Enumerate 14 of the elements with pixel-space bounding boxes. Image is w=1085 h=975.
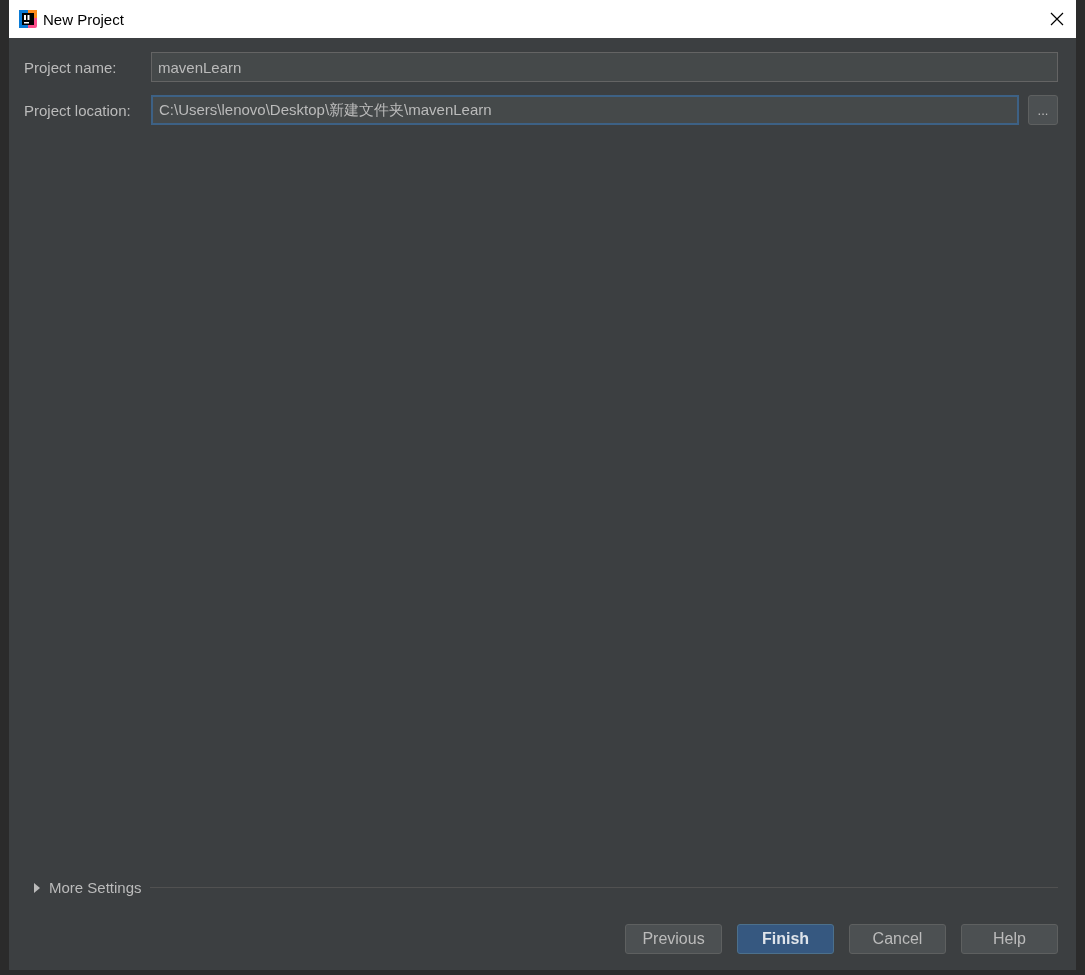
dialog-button[interactable]: Cancel [849,924,946,954]
text-field[interactable]: mavenLearn [151,52,1058,82]
dialog-button[interactable]: Help [961,924,1058,954]
field-label: Project location: [24,101,132,119]
window-title: New Project [43,10,125,28]
close-icon[interactable] [1050,12,1064,26]
expand-triangle-icon[interactable] [33,882,41,893]
more-settings-toggle[interactable]: More Settings [49,879,142,896]
app-logo-icon [19,10,37,28]
browse-button[interactable]: ... [1028,95,1058,125]
dialog-button[interactable]: Previous [625,924,722,954]
text-field[interactable]: C:\Users\lenovo\Desktop\新建文件夹\mavenLearn [151,95,1019,125]
dialog-button[interactable]: Finish [737,924,834,954]
field-label: Project name: [24,58,118,76]
